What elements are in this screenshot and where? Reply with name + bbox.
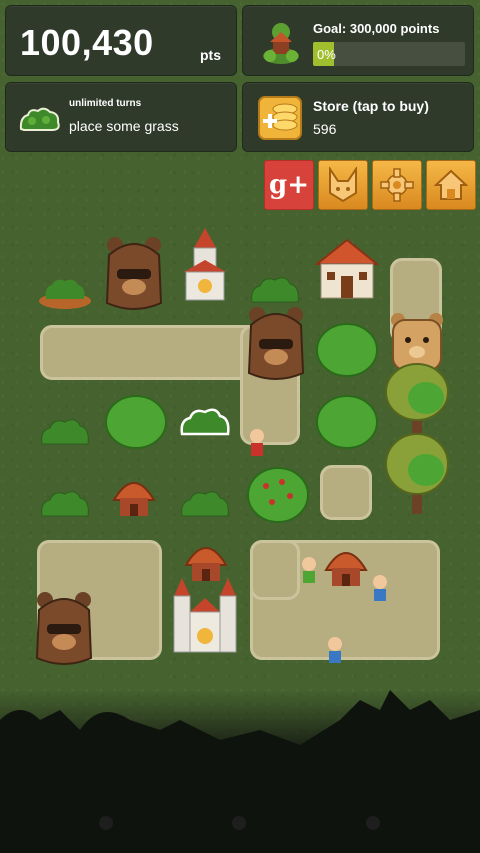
hut-sprite[interactable] bbox=[110, 470, 158, 520]
house-icon bbox=[263, 23, 299, 64]
nav-recent-dot[interactable] bbox=[366, 816, 380, 830]
villager-sprite bbox=[373, 575, 387, 601]
home-icon bbox=[434, 169, 468, 200]
villager-sprite bbox=[302, 557, 316, 583]
grass-placement-cursor[interactable] bbox=[178, 404, 232, 440]
score-panel: 100,430 pts bbox=[5, 5, 237, 76]
villager-sprite bbox=[328, 637, 342, 663]
tree-sprite[interactable] bbox=[104, 394, 168, 450]
coins-icon bbox=[258, 96, 302, 140]
fox-icon bbox=[329, 167, 357, 203]
home-button[interactable] bbox=[426, 160, 476, 210]
villager-sprite bbox=[250, 429, 264, 456]
berry-tree-sprite[interactable] bbox=[246, 466, 310, 524]
settings-button[interactable] bbox=[372, 160, 422, 210]
ninja-bear-sprite[interactable] bbox=[103, 235, 165, 313]
nav-back-dot[interactable] bbox=[99, 816, 113, 830]
store-count: 596 bbox=[313, 121, 337, 137]
turns-subtitle: place some grass bbox=[69, 118, 179, 134]
bush-sprite[interactable] bbox=[38, 486, 92, 522]
dirt-path bbox=[250, 540, 300, 600]
google-plus-button[interactable]: g+ bbox=[264, 160, 314, 210]
goal-panel: Goal: 300,000 points 0% bbox=[242, 5, 474, 76]
ninja-bear-sprite[interactable] bbox=[33, 590, 95, 668]
church-sprite[interactable] bbox=[180, 226, 230, 304]
gear-icon bbox=[380, 168, 414, 202]
turns-title: unlimited turns bbox=[69, 98, 142, 109]
bush-sprite[interactable] bbox=[38, 275, 92, 309]
bush-sprite[interactable] bbox=[248, 272, 302, 308]
big-tree-sprite[interactable] bbox=[384, 362, 450, 436]
tree-sprite[interactable] bbox=[315, 322, 379, 378]
fox-button[interactable] bbox=[318, 160, 368, 210]
score-unit: pts bbox=[200, 47, 221, 63]
dirt-path bbox=[320, 465, 372, 520]
tree-sprite[interactable] bbox=[315, 394, 379, 450]
bush-sprite[interactable] bbox=[38, 414, 92, 450]
bush-sprite[interactable] bbox=[178, 486, 232, 522]
grass-icon bbox=[19, 107, 60, 131]
big-tree-sprite[interactable] bbox=[384, 432, 450, 516]
store-button[interactable]: Store (tap to buy) 596 bbox=[242, 82, 474, 152]
hut-sprite[interactable] bbox=[322, 540, 370, 590]
nav-home-dot[interactable] bbox=[232, 816, 246, 830]
google-plus-label: g+ bbox=[269, 170, 309, 200]
castle-sprite[interactable] bbox=[170, 576, 240, 658]
turns-panel: unlimited turns place some grass bbox=[5, 82, 237, 152]
house-sprite[interactable] bbox=[315, 236, 379, 304]
score-value: 100,430 bbox=[20, 22, 154, 63]
store-label: Store (tap to buy) bbox=[313, 98, 429, 114]
goal-label: Goal: 300,000 points bbox=[313, 21, 440, 36]
ninja-bear-sprite[interactable] bbox=[245, 305, 307, 383]
goal-progress-bar: 0% bbox=[313, 42, 465, 66]
goal-percent: 0% bbox=[317, 47, 336, 62]
